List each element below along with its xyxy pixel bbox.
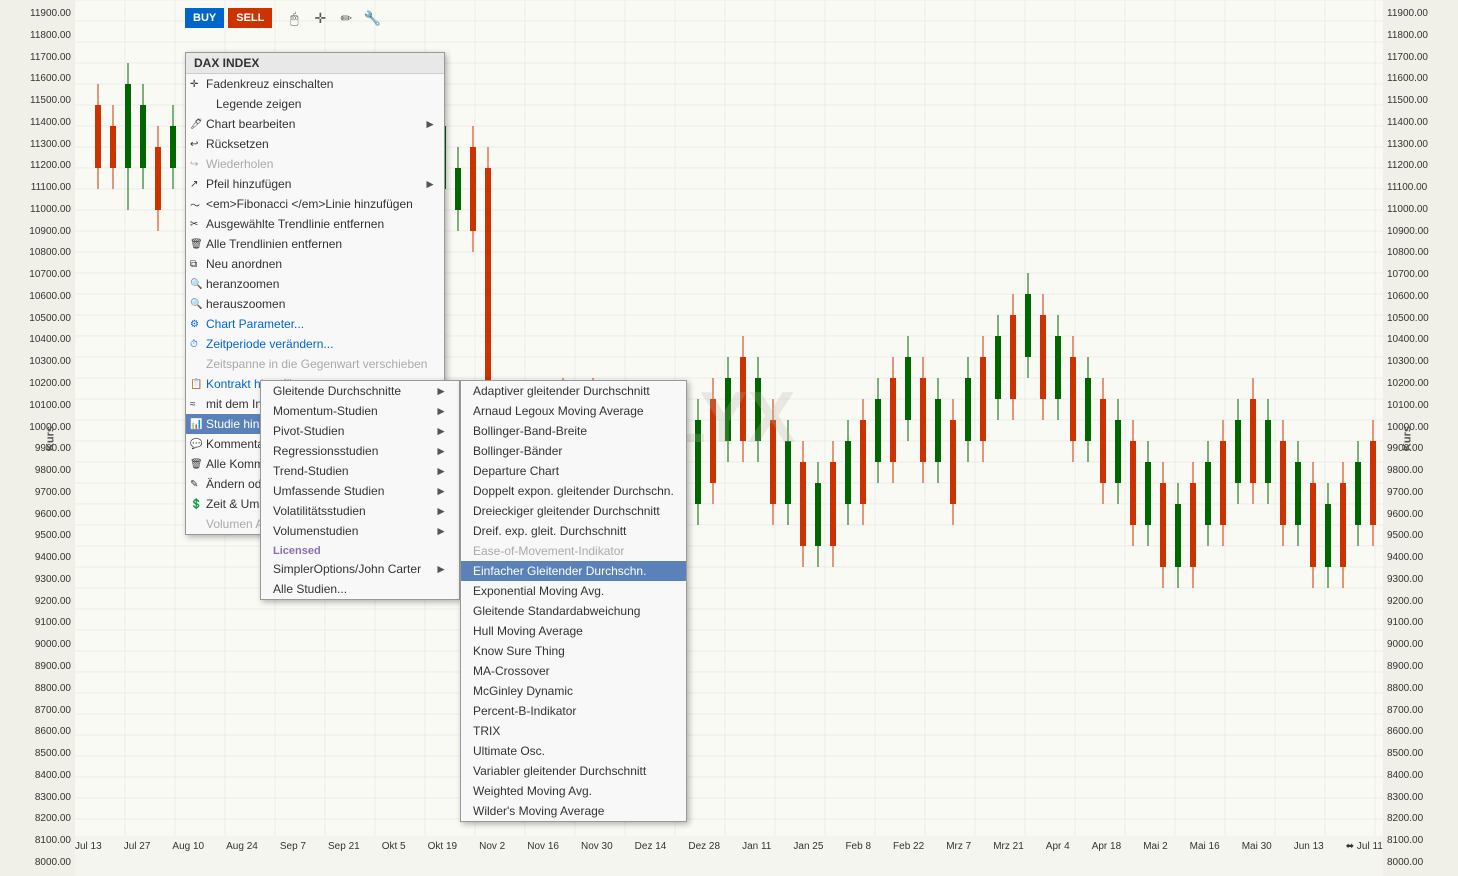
menu-item-redo: ↪ Wiederholen bbox=[186, 154, 444, 174]
submenu-item-wilders[interactable]: Wilder's Moving Average bbox=[461, 801, 686, 821]
menu-item-chart-params[interactable]: ⚙ Chart Parameter... bbox=[186, 314, 444, 334]
change-remove-icon: ✎ bbox=[190, 479, 198, 490]
tools-icon[interactable]: 🔧 bbox=[362, 8, 382, 28]
submenu-item-trix[interactable]: TRIX bbox=[461, 721, 686, 741]
submenu-item-volume[interactable]: Volumenstudien ► bbox=[261, 521, 459, 541]
fibonacci-icon: 〜 bbox=[190, 197, 200, 212]
submenu-l2: Gleitende Durchschnitte ► Momentum-Studi… bbox=[260, 380, 460, 600]
menu-item-shift-time: Zeitspanne in die Gegenwart verschieben bbox=[186, 354, 444, 374]
menu-item-crosshair[interactable]: ✛ Fadenkreuz einschalten bbox=[186, 74, 444, 94]
draw-icon[interactable]: ✏ bbox=[336, 8, 356, 28]
add-arrow-icon: ↗ bbox=[190, 179, 198, 190]
submenu-item-trend[interactable]: Trend-Studien ► bbox=[261, 461, 459, 481]
timeperiod-icon: ⏱ bbox=[190, 339, 198, 350]
time-volume-icon: 💲 bbox=[190, 499, 202, 510]
submenu-item-hull[interactable]: Hull Moving Average bbox=[461, 621, 686, 641]
sell-button[interactable]: SELL bbox=[228, 8, 272, 28]
menu-item-remove-all[interactable]: 🗑 Alle Trendlinien entfernen bbox=[186, 234, 444, 254]
submenu-item-umfassende[interactable]: Umfassende Studien ► bbox=[261, 481, 459, 501]
submenu-l3: Adaptiver gleitender Durchschnitt Arnaud… bbox=[460, 380, 687, 822]
submenu-item-departure[interactable]: Departure Chart bbox=[461, 461, 686, 481]
volume-arrow: ► bbox=[435, 524, 447, 538]
submenu-item-momentum[interactable]: Momentum-Studien ► bbox=[261, 401, 459, 421]
reset-icon: ↩ bbox=[190, 139, 198, 150]
submenu-item-simpler-options[interactable]: SimplerOptions/John Carter ► bbox=[261, 559, 459, 579]
add-study-icon: 📊 bbox=[190, 419, 202, 430]
cursor-icon[interactable]: 🖱 bbox=[284, 8, 304, 28]
add-arrow-submenu-arrow: ► bbox=[424, 177, 436, 191]
submenu-item-exp-ma[interactable]: Exponential Moving Avg. bbox=[461, 581, 686, 601]
redo-icon: ↪ bbox=[190, 159, 198, 170]
simpler-arrow: ► bbox=[435, 562, 447, 576]
submenu-item-pivot[interactable]: Pivot-Studien ► bbox=[261, 421, 459, 441]
submenu-item-std-dev[interactable]: Gleitende Standardabweichung bbox=[461, 601, 686, 621]
submenu-item-triangular[interactable]: Dreieckiger gleitender Durchschnitt bbox=[461, 501, 686, 521]
submenu-item-volatility[interactable]: Volatilitätsstudien ► bbox=[261, 501, 459, 521]
submenu-item-percent-b[interactable]: Percent-B-Indikator bbox=[461, 701, 686, 721]
submenu-item-triple-exp[interactable]: Dreif. exp. gleit. Durchschnitt bbox=[461, 521, 686, 541]
menu-item-edit-chart[interactable]: 🖊 Chart bearbeiten ► bbox=[186, 114, 444, 134]
edit-chart-icon: 🖊 bbox=[190, 119, 203, 130]
momentum-arrow: ► bbox=[435, 404, 447, 418]
trend-arrow: ► bbox=[435, 464, 447, 478]
kurs-label-right: Kurs bbox=[1401, 426, 1413, 451]
submenu-item-ma-crossover[interactable]: MA-Crossover bbox=[461, 661, 686, 681]
submenu-item-regression[interactable]: Regressionsstudien ► bbox=[261, 441, 459, 461]
menu-item-rearrange[interactable]: ⧉ Neu anordnen bbox=[186, 254, 444, 274]
submenu-item-adaptive[interactable]: Adaptiver gleitender Durchschnitt bbox=[461, 381, 686, 401]
submenu-item-weighted[interactable]: Weighted Moving Avg. bbox=[461, 781, 686, 801]
umfassende-arrow: ► bbox=[435, 484, 447, 498]
submenu-item-bollinger-width[interactable]: Bollinger-Band-Breite bbox=[461, 421, 686, 441]
y-axis-right: 11900.00 11800.00 11700.00 11600.00 1150… bbox=[1383, 0, 1458, 876]
menu-item-legend[interactable]: Legende zeigen bbox=[186, 94, 444, 114]
gleit-avg-arrow: ► bbox=[435, 384, 447, 398]
menu-title: DAX INDEX bbox=[186, 53, 444, 74]
submenu-item-know-sure[interactable]: Know Sure Thing bbox=[461, 641, 686, 661]
submenu-item-gleit-avg[interactable]: Gleitende Durchschnitte ► bbox=[261, 381, 459, 401]
crosshair-prefix-icon: ✛ bbox=[190, 79, 198, 90]
chart-params-icon: ⚙ bbox=[190, 319, 199, 330]
submenu-item-ease-movement: Ease-of-Movement-Indikator bbox=[461, 541, 686, 561]
kurs-label-left: Kurs bbox=[45, 426, 57, 451]
add-contract-icon: 📋 bbox=[190, 379, 202, 390]
menu-item-zoom-in[interactable]: 🔍 heranzoomen bbox=[186, 274, 444, 294]
submenu-item-bollinger-bands[interactable]: Bollinger-Bänder bbox=[461, 441, 686, 461]
menu-item-fibonacci[interactable]: 〜 <em>Fibonacci </em>Linie hinzufügen bbox=[186, 194, 444, 214]
submenu-item-simple-ma[interactable]: Einfacher Gleitender Durchschn. bbox=[461, 561, 686, 581]
submenu-item-all-studies[interactable]: Alle Studien... bbox=[261, 579, 459, 599]
menu-item-timeperiod[interactable]: ⏱ Zeitperiode verändern... bbox=[186, 334, 444, 354]
rearrange-icon: ⧉ bbox=[190, 259, 197, 270]
zoom-in-icon: 🔍 bbox=[190, 279, 202, 290]
remove-comments-icon: 🗑 bbox=[190, 459, 203, 470]
remove-all-icon: 🗑 bbox=[190, 239, 203, 250]
menu-item-remove-selected[interactable]: ✂ Ausgewählte Trendlinie entfernen bbox=[186, 214, 444, 234]
add-comment-icon: 💬 bbox=[190, 439, 202, 450]
volatility-arrow: ► bbox=[435, 504, 447, 518]
buy-button[interactable]: BUY bbox=[185, 8, 224, 28]
toolbar: BUY SELL 🖱 ✛ ✏ 🔧 bbox=[185, 8, 382, 28]
submenu-item-mcginley[interactable]: McGinley Dynamic bbox=[461, 681, 686, 701]
menu-item-zoom-out[interactable]: 🔍 herauszoomen bbox=[186, 294, 444, 314]
remove-selected-icon: ✂ bbox=[190, 219, 198, 230]
submenu-item-variable[interactable]: Variabler gleitender Durchschnitt bbox=[461, 761, 686, 781]
edit-chart-arrow: ► bbox=[424, 117, 436, 131]
pivot-arrow: ► bbox=[435, 424, 447, 438]
licensed-label: Licensed bbox=[261, 541, 459, 559]
submenu-item-ultimate[interactable]: Ultimate Osc. bbox=[461, 741, 686, 761]
compare-index-icon: ≈ bbox=[190, 399, 196, 410]
submenu-item-arnaud[interactable]: Arnaud Legoux Moving Average bbox=[461, 401, 686, 421]
submenu-item-dbl-exp[interactable]: Doppelt expon. gleitender Durchschn. bbox=[461, 481, 686, 501]
crosshair-icon[interactable]: ✛ bbox=[310, 8, 330, 28]
menu-item-reset[interactable]: ↩ Rücksetzen bbox=[186, 134, 444, 154]
regression-arrow: ► bbox=[435, 444, 447, 458]
toolbar-icons: 🖱 ✛ ✏ 🔧 bbox=[284, 8, 382, 28]
menu-item-add-arrow[interactable]: ↗ Pfeil hinzufügen ► bbox=[186, 174, 444, 194]
x-axis: Jul 13 Jul 27 Aug 10 Aug 24 Sep 7 Sep 21… bbox=[75, 836, 1383, 856]
zoom-out-icon: 🔍 bbox=[190, 299, 202, 310]
y-axis-left: 11900.00 11800.00 11700.00 11600.00 1150… bbox=[0, 0, 75, 876]
